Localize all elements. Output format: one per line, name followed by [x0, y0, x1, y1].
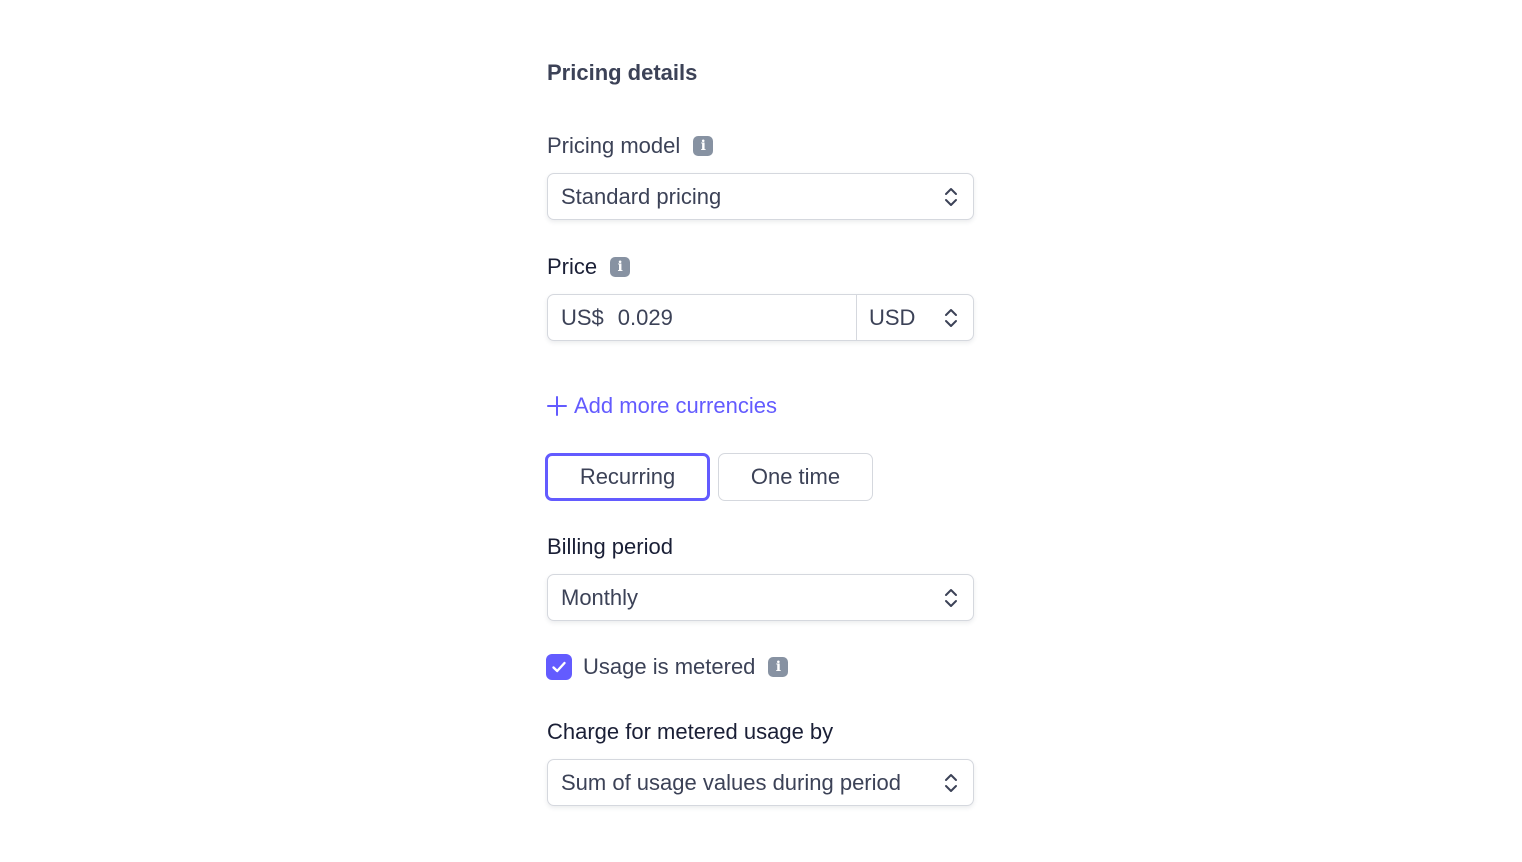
section-title: Pricing details [547, 60, 698, 85]
charge-by-value: Sum of usage values during period [561, 769, 901, 795]
price-amount-value: 0.029 [617, 304, 673, 330]
recurring-toggle-button[interactable]: Recurring [545, 453, 710, 501]
price-label: Price [547, 254, 598, 279]
billing-period-value: Monthly [561, 584, 639, 610]
charge-by-label: Charge for metered usage by [547, 718, 833, 746]
plus-icon [547, 396, 567, 416]
currency-select[interactable]: USD [857, 295, 973, 340]
add-more-currencies-link[interactable]: Add more currencies [547, 393, 777, 419]
checkmark-icon [552, 661, 566, 673]
charge-by-label-text: Charge for metered usage by [547, 719, 834, 744]
chevron-up-down-icon [945, 588, 957, 607]
currency-prefix: US$ [561, 304, 604, 330]
info-icon[interactable]: i [768, 657, 789, 677]
pricing-model-label: Pricing model [547, 133, 681, 158]
chevron-up-down-icon [945, 187, 957, 206]
info-icon[interactable]: i [693, 136, 714, 156]
price-label-row: Price i [547, 253, 631, 281]
price-amount-input[interactable]: US$ 0.029 [548, 295, 857, 340]
pricing-model-value: Standard pricing [561, 183, 722, 209]
charge-by-select[interactable]: Sum of usage values during period [547, 759, 974, 806]
billing-period-label-text: Billing period [547, 534, 673, 559]
chevron-up-down-icon [945, 308, 957, 327]
info-icon[interactable]: i [610, 257, 631, 277]
billing-period-label: Billing period [547, 533, 673, 561]
pricing-model-label-row: Pricing model i [547, 132, 714, 160]
metered-label: Usage is metered [583, 654, 756, 679]
currency-value: USD [869, 304, 916, 330]
pricing-model-select[interactable]: Standard pricing [547, 173, 974, 220]
metered-checkbox-row: Usage is metered i [546, 654, 789, 680]
one-time-toggle-button[interactable]: One time [718, 453, 873, 501]
chevron-up-down-icon [945, 773, 957, 792]
metered-checkbox[interactable] [546, 654, 572, 680]
price-input-group: US$ 0.029 USD [547, 294, 974, 341]
billing-period-select[interactable]: Monthly [547, 574, 974, 621]
add-more-currencies-label: Add more currencies [574, 393, 777, 418]
